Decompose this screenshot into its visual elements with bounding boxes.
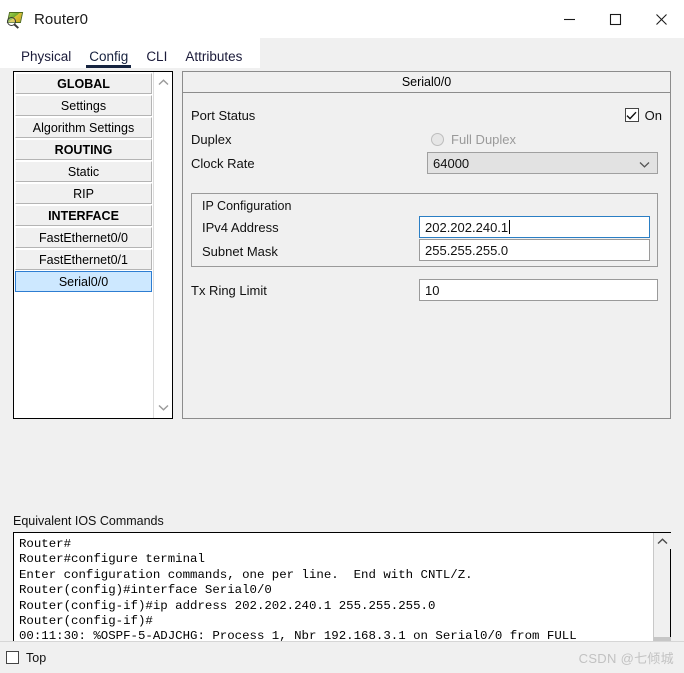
text-cursor [509,220,511,234]
window-title: Router0 [34,10,89,28]
sidebar-item-rip[interactable]: RIP [15,183,152,204]
app-body: GLOBAL Settings Algorithm Settings ROUTI… [0,68,684,673]
tx-ring-limit-label: Tx Ring Limit [191,283,267,298]
panel-title: Serial0/0 [183,72,670,93]
duplex-label: Duplex [191,131,232,147]
tab-attributes[interactable]: Attributes [176,49,251,69]
sidebar-header-interface: INTERFACE [15,205,152,226]
sidebar-list: GLOBAL Settings Algorithm Settings ROUTI… [14,72,153,418]
close-button[interactable] [638,0,684,38]
chevron-down-icon[interactable] [154,399,173,416]
duplex-row: Duplex Full Duplex [191,127,662,151]
clock-rate-row: Clock Rate 64000 [191,151,662,175]
subnet-mask-value: 255.255.255.0 [425,242,509,258]
full-duplex-radio [431,132,444,146]
tx-ring-limit-input[interactable]: 10 [419,279,658,301]
tab-bar: Physical Config CLI Attributes [0,38,684,68]
top-checkbox[interactable] [6,651,19,664]
tab-config[interactable]: Config [80,49,137,69]
tab-physical[interactable]: Physical [12,49,80,69]
sidebar-item-algorithm-settings[interactable]: Algorithm Settings [15,117,152,138]
clock-rate-label: Clock Rate [191,155,255,171]
ipv4-address-input[interactable]: 202.202.240.1 [419,216,650,238]
chevron-up-icon[interactable] [154,74,173,91]
title-bar: Router0 [0,0,684,38]
minimize-button[interactable] [546,0,592,38]
sidebar-item-fastethernet0-0[interactable]: FastEthernet0/0 [15,227,152,248]
router-device-icon [6,10,25,29]
sidebar-header-routing: ROUTING [15,139,152,160]
window-controls [546,0,684,38]
tab-cli[interactable]: CLI [137,49,176,69]
sidebar-item-serial0-0[interactable]: Serial0/0 [15,271,152,292]
chevron-down-icon [639,156,650,171]
full-duplex-label: Full Duplex [451,131,517,147]
port-status-row: Port Status On [191,103,662,127]
sidebar-item-fastethernet0-1[interactable]: FastEthernet0/1 [15,249,152,270]
clock-rate-value: 64000 [433,155,470,171]
port-status-label: Port Status [191,107,256,123]
port-status-state-label: On [644,107,662,123]
chevron-up-icon[interactable] [654,533,671,549]
sidebar-item-settings[interactable]: Settings [15,95,152,116]
watermark: CSDN @七倾城 [578,651,674,666]
ipv4-address-value: 202.202.240.1 [425,219,509,235]
subnet-mask-label: Subnet Mask [202,244,278,259]
tx-ring-limit-value: 10 [425,282,440,298]
maximize-button[interactable] [592,0,638,38]
ipv4-address-label: IPv4 Address [202,220,279,235]
port-status-checkbox[interactable] [624,108,639,122]
panel-inner: Port Status On Duplex Full Duplex Clock … [183,93,670,418]
clock-rate-select[interactable]: 64000 [427,152,658,174]
status-bar: Top CSDN @七倾城 [0,641,684,673]
sidebar-header-global: GLOBAL [15,73,152,94]
sidebar-item-static[interactable]: Static [15,161,152,182]
subnet-mask-input[interactable]: 255.255.255.0 [419,239,650,261]
top-label: Top [26,650,47,665]
config-upper-area: GLOBAL Settings Algorithm Settings ROUTI… [13,71,671,419]
sidebar-scrollbar[interactable] [153,72,172,418]
full-duplex-option: Full Duplex [431,132,516,147]
interface-config-panel: Serial0/0 Port Status On Duplex Full Dup… [182,71,671,419]
config-sidebar: GLOBAL Settings Algorithm Settings ROUTI… [13,71,173,419]
ip-configuration-group: IP Configuration IPv4 Address 202.202.24… [191,193,658,267]
ip-configuration-title: IP Configuration [202,199,292,213]
ios-commands-label: Equivalent IOS Commands [13,514,164,528]
